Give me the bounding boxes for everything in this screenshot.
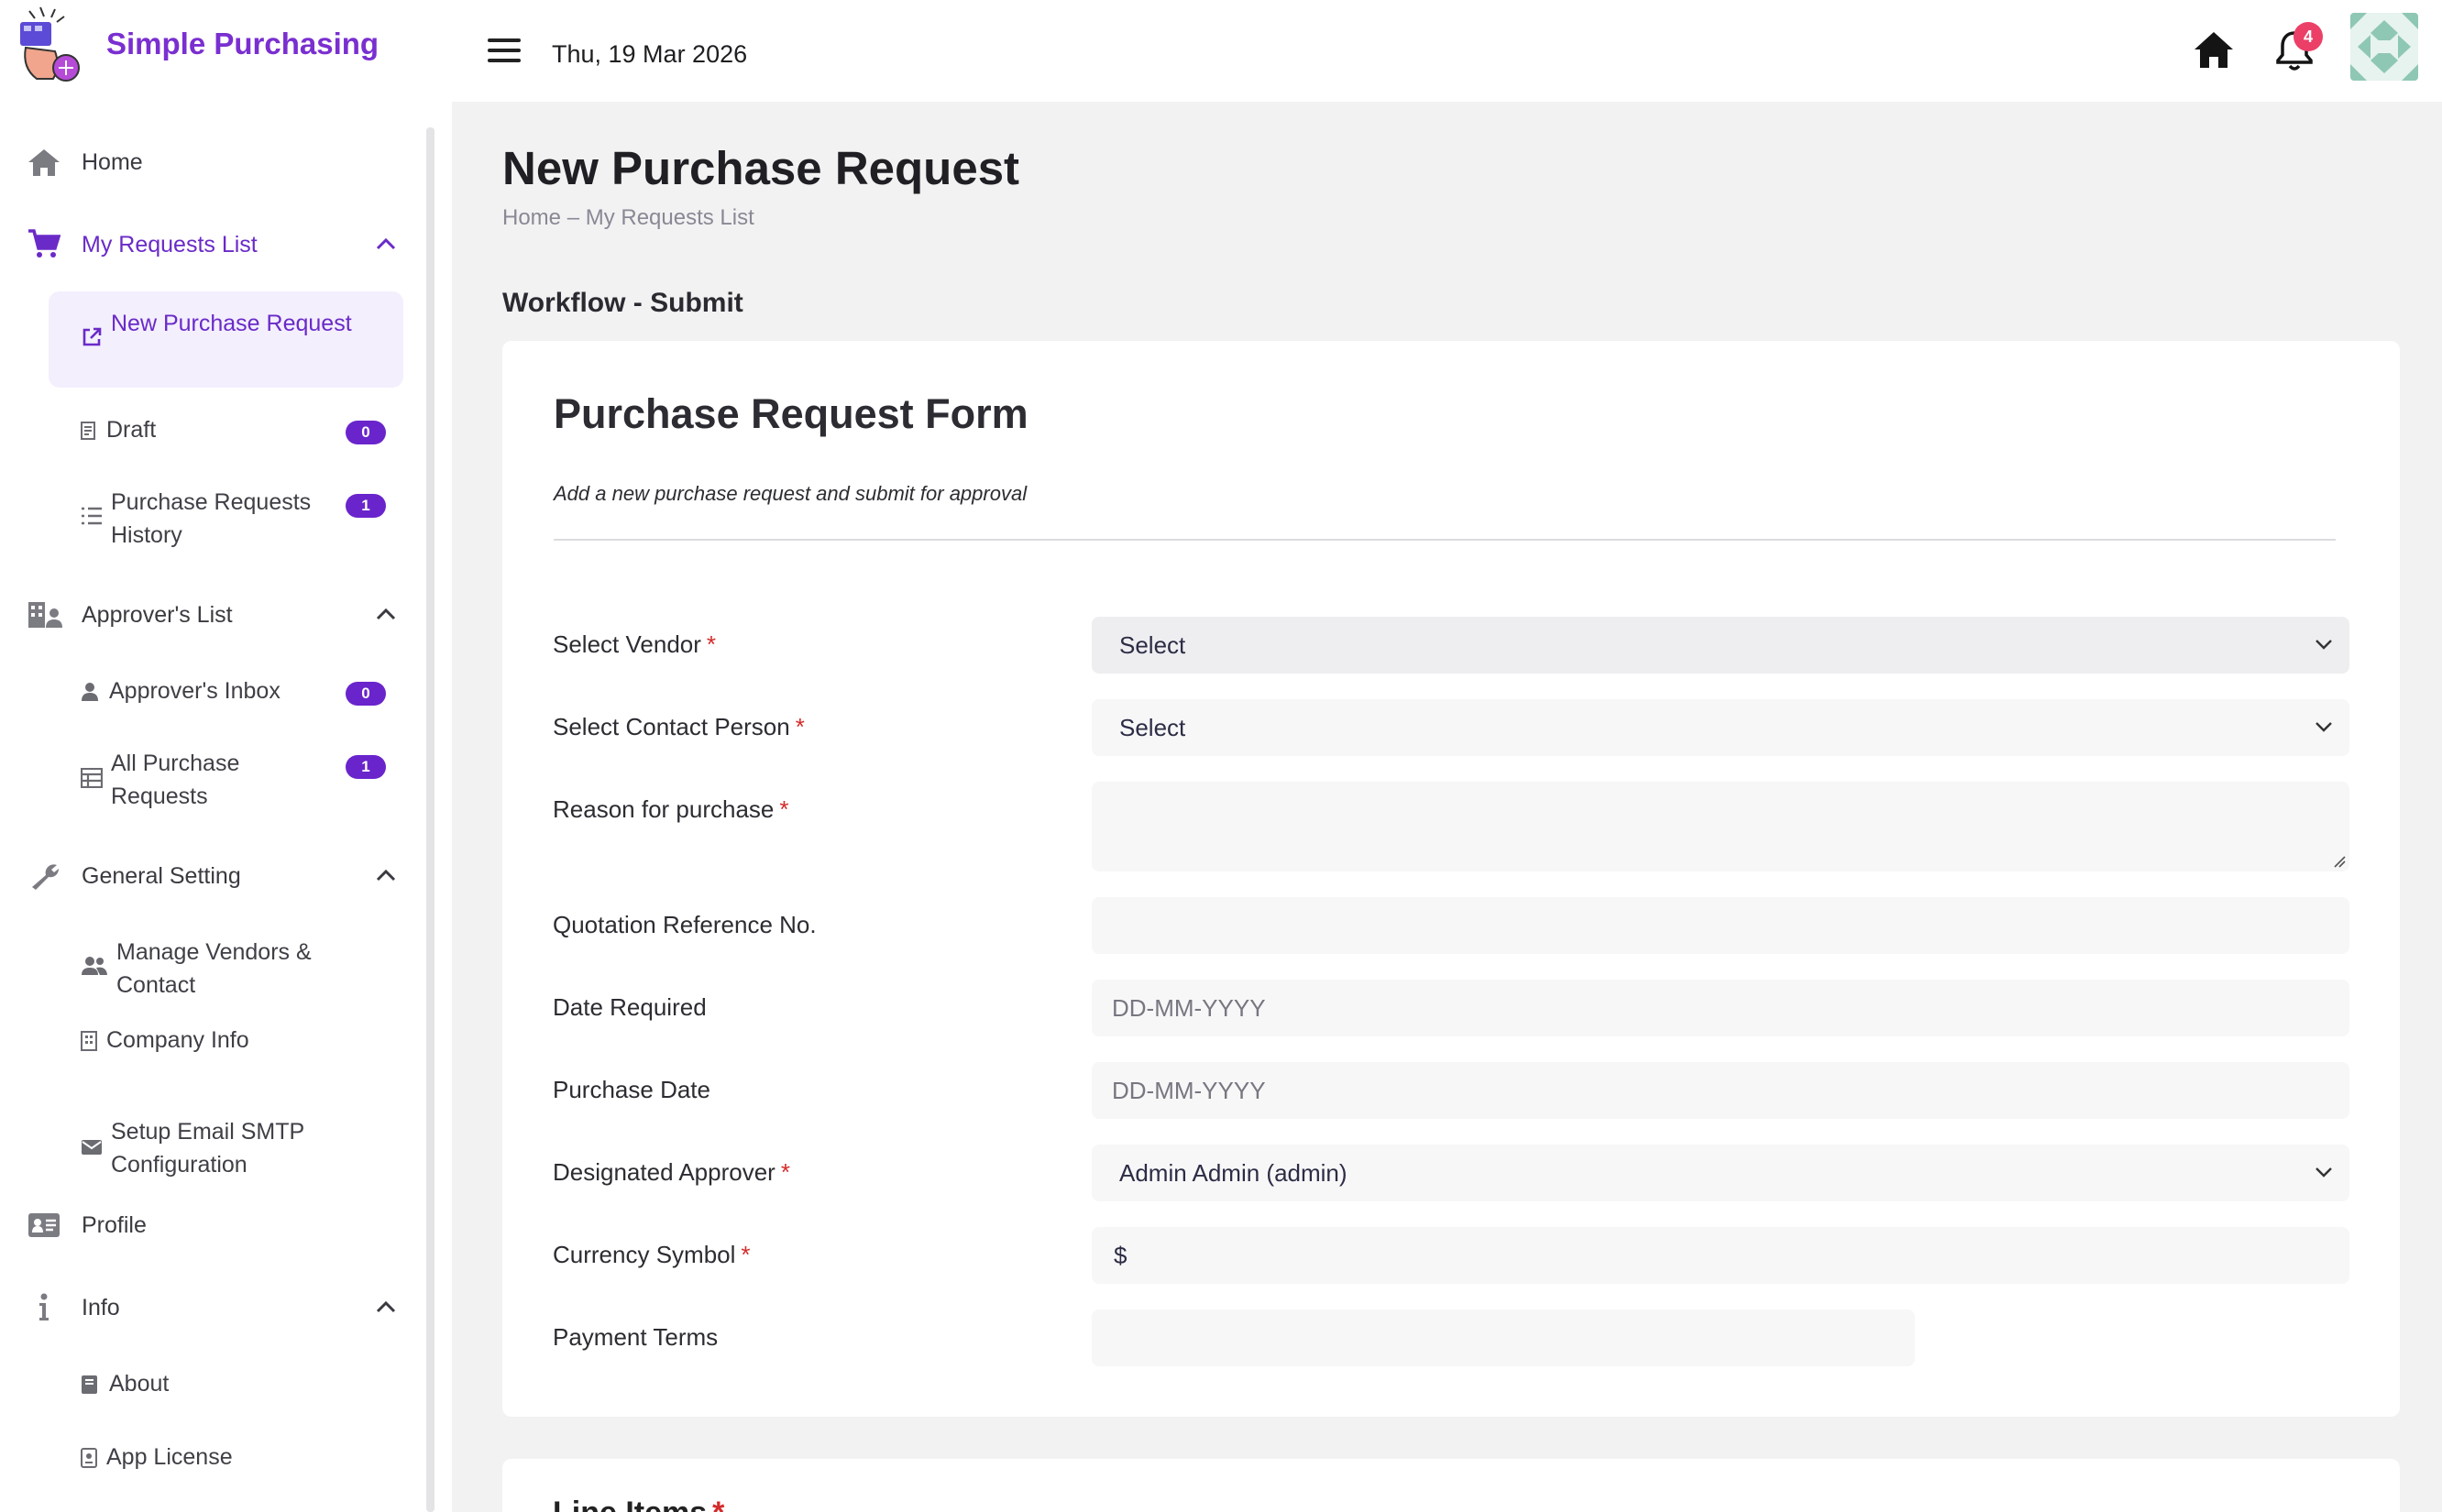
app-name: Simple Purchasing: [106, 27, 380, 60]
table-icon: [81, 768, 103, 788]
list-icon: [82, 507, 102, 525]
contact-label: Select Contact Person *: [553, 713, 805, 740]
required-mark: *: [741, 1241, 751, 1268]
quotation-reference-input[interactable]: [1092, 897, 2349, 954]
draft-icon: [81, 422, 95, 440]
sidebar-item-label: Info: [82, 1295, 120, 1320]
current-date: Thu, 19 Mar 2026: [552, 40, 748, 68]
sidebar-item-label: My Requests List: [82, 232, 258, 257]
workflow-section-title: Workflow - Submit: [502, 288, 743, 318]
payment-terms-input[interactable]: [1092, 1309, 1915, 1366]
reason-label: Reason for purchase *: [553, 795, 789, 823]
home-icon: [28, 149, 60, 176]
draft-count-badge: 0: [346, 421, 386, 444]
all-requests-count-badge: 1: [346, 755, 386, 779]
book-icon: [82, 1375, 97, 1394]
quotation-label: Quotation Reference No.: [553, 911, 817, 938]
required-mark: *: [780, 1158, 790, 1186]
required-mark: *: [795, 713, 805, 740]
top-header: Simple Purchasing Thu, 19 Mar 2026 4: [0, 0, 2442, 102]
menu-toggle-button[interactable]: [488, 38, 521, 64]
inbox-count-badge: 0: [346, 682, 386, 706]
form-subtitle: Add a new purchase request and submit fo…: [554, 482, 1028, 505]
sidebar-scrollbar[interactable]: [426, 127, 434, 1512]
sidebar-item-label: New Purchase Request: [111, 311, 352, 336]
sidebar-item-license[interactable]: App License: [81, 1441, 411, 1474]
line-items-card: Line Items*: [502, 1459, 2400, 1512]
sidebar-item-label: Draft: [106, 417, 157, 443]
page-title: New Purchase Request: [502, 142, 1020, 194]
app-logo-icon: [20, 6, 80, 82]
envelope-icon: [82, 1140, 102, 1155]
notification-count-badge: 4: [2294, 22, 2323, 51]
chevron-up-icon[interactable]: [376, 608, 396, 620]
users-icon: [82, 957, 107, 975]
brand[interactable]: Simple Purchasing: [13, 4, 379, 84]
sidebar-item-my-requests[interactable]: My Requests List: [28, 228, 412, 261]
sidebar-item-label: General Setting: [82, 863, 241, 889]
form-divider: [554, 539, 2336, 541]
wrench-icon: [32, 864, 60, 890]
license-icon: [81, 1448, 97, 1468]
chevron-down-icon: [2316, 1167, 2332, 1178]
sidebar-item-profile[interactable]: Profile: [28, 1209, 412, 1242]
date-required-label: Date Required: [553, 993, 707, 1021]
sidebar-item-approvers-list[interactable]: Approver's List: [28, 598, 412, 631]
purchase-date-label: Purchase Date: [553, 1076, 710, 1103]
sidebar-item-smtp[interactable]: Setup Email SMTP Configuration: [111, 1115, 386, 1181]
sidebar-item-label: Home: [82, 149, 143, 175]
breadcrumb[interactable]: Home – My Requests List: [502, 205, 754, 231]
sidebar-item-label: Company Info: [106, 1027, 249, 1053]
sidebar-item-manage-vendors[interactable]: Manage Vendors & Contact: [116, 936, 346, 1002]
sidebar-item-company-info[interactable]: Company Info: [81, 1024, 411, 1057]
currency-label: Currency Symbol *: [553, 1241, 751, 1268]
contact-person-select[interactable]: Select: [1092, 699, 2349, 756]
form-title: Purchase Request Form: [554, 390, 1028, 437]
home-icon[interactable]: [2193, 29, 2235, 70]
sidebar-item-home[interactable]: Home: [28, 146, 412, 179]
history-count-badge: 1: [346, 494, 386, 518]
chevron-up-icon[interactable]: [376, 1300, 396, 1313]
line-items-title: Line Items*: [553, 1496, 724, 1512]
purchase-request-form-card: Purchase Request Form Add a new purchase…: [502, 341, 2400, 1417]
sidebar-item-label: Approver's List: [82, 602, 233, 628]
vendor-select[interactable]: Select: [1092, 617, 2349, 674]
required-mark: *: [706, 630, 717, 658]
user-icon: [82, 683, 98, 701]
approver-label: Designated Approver *: [553, 1158, 790, 1186]
external-link-icon: [82, 327, 102, 346]
date-required-input[interactable]: DD-MM-YYYY: [1092, 980, 2349, 1036]
chevron-up-icon[interactable]: [376, 237, 396, 250]
sidebar-item-general-setting[interactable]: General Setting: [28, 860, 412, 893]
required-mark: *: [712, 1496, 724, 1512]
sidebar-item-all-requests[interactable]: All Purchase Requests: [111, 747, 340, 813]
chevron-down-icon: [2316, 640, 2332, 650]
sidebar: Home My Requests List New Purchase Reque…: [0, 102, 452, 1512]
cart-icon: [28, 229, 60, 257]
required-mark: *: [779, 795, 789, 823]
vendor-label: Select Vendor *: [553, 630, 717, 658]
sidebar-item-label: Profile: [82, 1212, 147, 1238]
payment-terms-label: Payment Terms: [553, 1323, 719, 1351]
sidebar-item-label: App License: [106, 1444, 233, 1470]
building-icon: [81, 1031, 97, 1051]
designated-approver-select[interactable]: Admin Admin (admin): [1092, 1145, 2349, 1201]
sidebar-item-label: About: [109, 1371, 170, 1397]
chevron-down-icon: [2316, 722, 2332, 732]
building-user-icon: [28, 602, 62, 628]
currency-symbol-input[interactable]: $: [1092, 1227, 2349, 1284]
sidebar-item-history[interactable]: Purchase Requests History: [111, 486, 340, 552]
sidebar-item-label: Approver's Inbox: [109, 678, 280, 704]
sidebar-item-about[interactable]: About: [81, 1367, 411, 1400]
user-avatar[interactable]: [2350, 13, 2418, 81]
reason-textarea[interactable]: [1092, 782, 2349, 871]
purchase-date-input[interactable]: DD-MM-YYYY: [1092, 1062, 2349, 1119]
id-card-icon: [28, 1213, 60, 1237]
resize-handle-icon[interactable]: [2333, 855, 2346, 868]
sidebar-item-info[interactable]: Info: [28, 1291, 412, 1324]
chevron-up-icon[interactable]: [376, 869, 396, 882]
info-icon: [39, 1293, 49, 1320]
